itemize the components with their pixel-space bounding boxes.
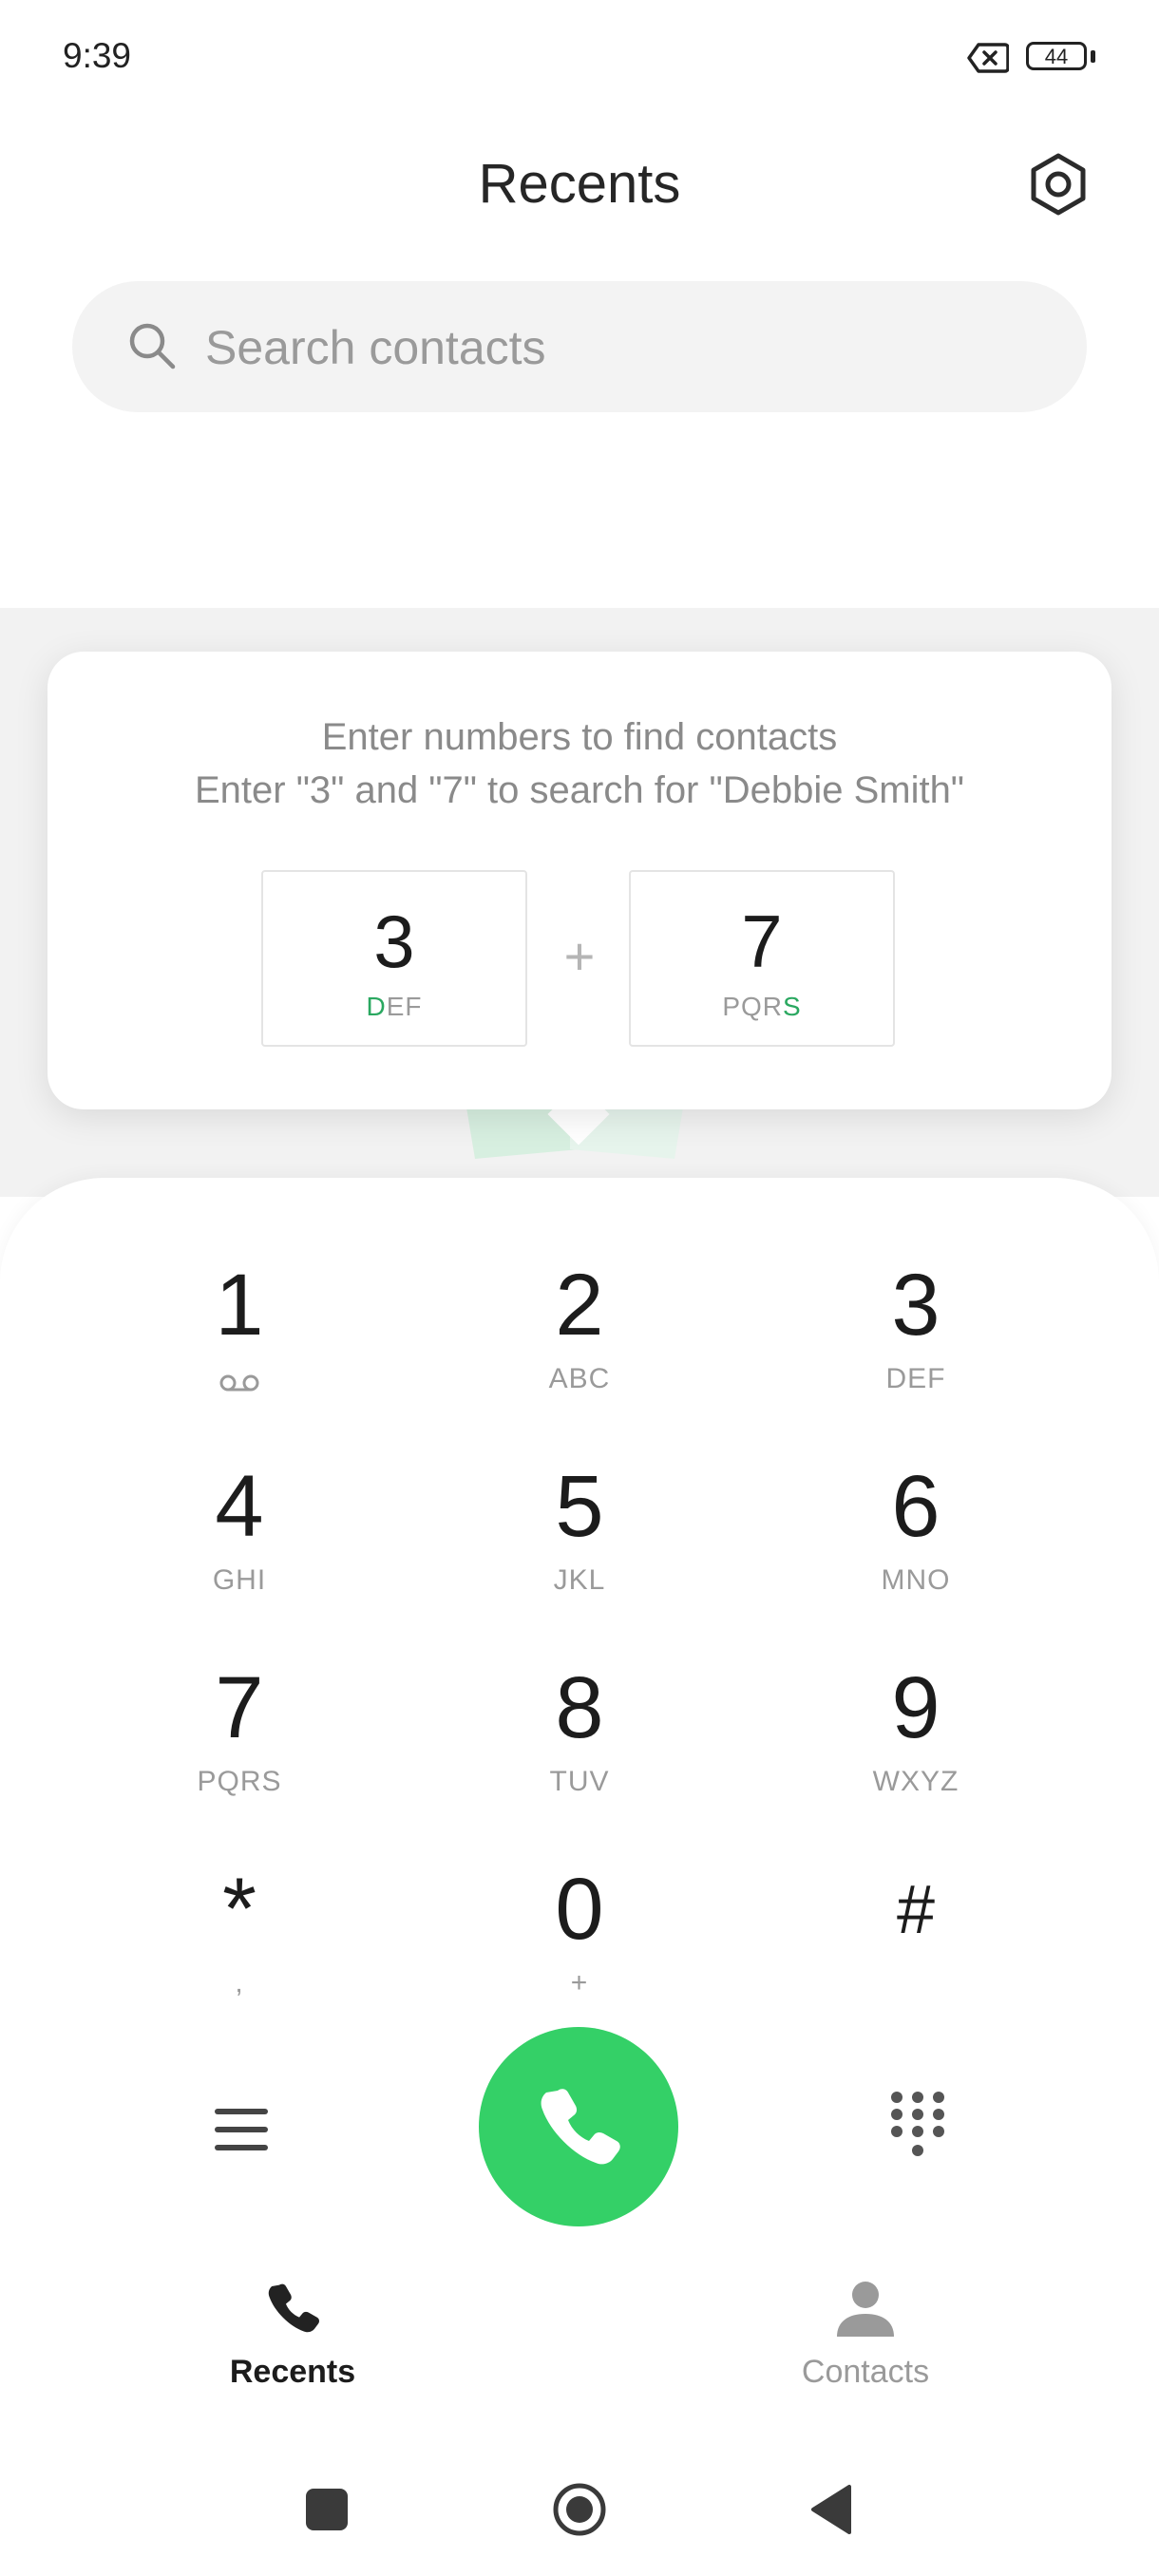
hint-text-line-2: Enter "3" and "7" to search for "Debbie … [194,769,965,811]
search-input[interactable] [203,310,1043,386]
hint-key-digit: 7 [741,900,783,983]
phone-icon [541,2089,620,2165]
dial-key-digit: 0 [555,1861,604,1958]
hint-key-3: 3 DEF [261,870,527,1047]
dial-key-letters: GHI [212,1564,267,1596]
dial-key-digit: 4 [215,1458,264,1555]
dial-key-letters: DEF [885,1363,946,1394]
dial-key-letters: , [235,1967,244,1998]
dial-key-letters: ABC [548,1363,611,1394]
no-sim-icon [967,42,1010,74]
hint-key-letters: DEF [366,992,423,1021]
battery-icon: 44 [1026,42,1096,74]
dial-key-4[interactable]: 4 GHI [97,1436,382,1626]
back-button[interactable] [809,2483,853,2536]
keypad-icon[interactable] [887,2090,948,2162]
search-bar[interactable] [72,281,1087,412]
phone-icon [262,2278,323,2339]
hint-plus: + [563,926,596,986]
dial-key-letters: JKL [553,1564,606,1596]
hint-key-7: 7 PQRS [629,870,895,1047]
dial-key-9[interactable]: 9 WXYZ [773,1638,1058,1828]
dial-key-1[interactable]: 1 [97,1235,382,1425]
dial-key-digit: 5 [555,1458,604,1555]
search-icon [125,319,179,372]
tab-contacts-label: Contacts [801,2354,930,2390]
dial-key-star[interactable]: * , [97,1839,382,2029]
dial-key-digit: * [222,1861,256,1958]
menu-icon[interactable] [211,2099,272,2160]
dial-key-2[interactable]: 2 ABC [437,1235,722,1425]
hint-text-line-1: Enter numbers to find contacts [321,716,838,758]
dial-key-digit: 9 [891,1659,940,1756]
dial-key-letters: + [570,1967,589,1998]
dial-key-0[interactable]: 0 + [437,1839,722,2029]
tab-recents-label: Recents [229,2354,356,2390]
recent-apps-button[interactable] [306,2489,348,2530]
dial-key-5[interactable]: 5 JKL [437,1436,722,1626]
dial-key-3[interactable]: 3 DEF [773,1235,1058,1425]
hint-key-letters: PQRS [722,992,802,1021]
voicemail-icon [218,1373,260,1393]
dial-key-digit: 8 [555,1659,604,1756]
dial-key-digit: 3 [891,1257,940,1354]
page-title: Recents [478,153,681,215]
dial-key-hash[interactable]: # [773,1839,1058,2029]
dial-key-letters: WXYZ [872,1766,960,1797]
hint-card: Enter numbers to find contacts Enter "3"… [48,652,1112,1109]
status-time: 9:39 [63,36,132,75]
dial-key-8[interactable]: 8 TUV [437,1638,722,1828]
call-button[interactable] [479,2027,678,2226]
dial-key-letters: MNO [881,1564,951,1596]
dial-key-digit: 6 [891,1458,940,1555]
settings-icon[interactable] [1026,152,1091,217]
dial-key-7[interactable]: 7 PQRS [97,1638,382,1828]
person-icon [835,2278,896,2339]
dial-key-6[interactable]: 6 MNO [773,1436,1058,1626]
dial-key-letters: PQRS [197,1766,282,1797]
home-button[interactable] [551,2481,608,2538]
dial-key-digit: 7 [215,1659,264,1756]
tab-contacts[interactable]: Contacts [742,2278,989,2411]
dial-key-digit: 1 [215,1257,264,1354]
hint-key-digit: 3 [373,900,415,983]
dial-key-letters: TUV [549,1766,610,1797]
dial-key-digit: 2 [555,1257,604,1354]
dial-key-digit: # [896,1872,936,1948]
tab-recents[interactable]: Recents [169,2278,416,2411]
battery-level: 44 [1026,42,1087,70]
